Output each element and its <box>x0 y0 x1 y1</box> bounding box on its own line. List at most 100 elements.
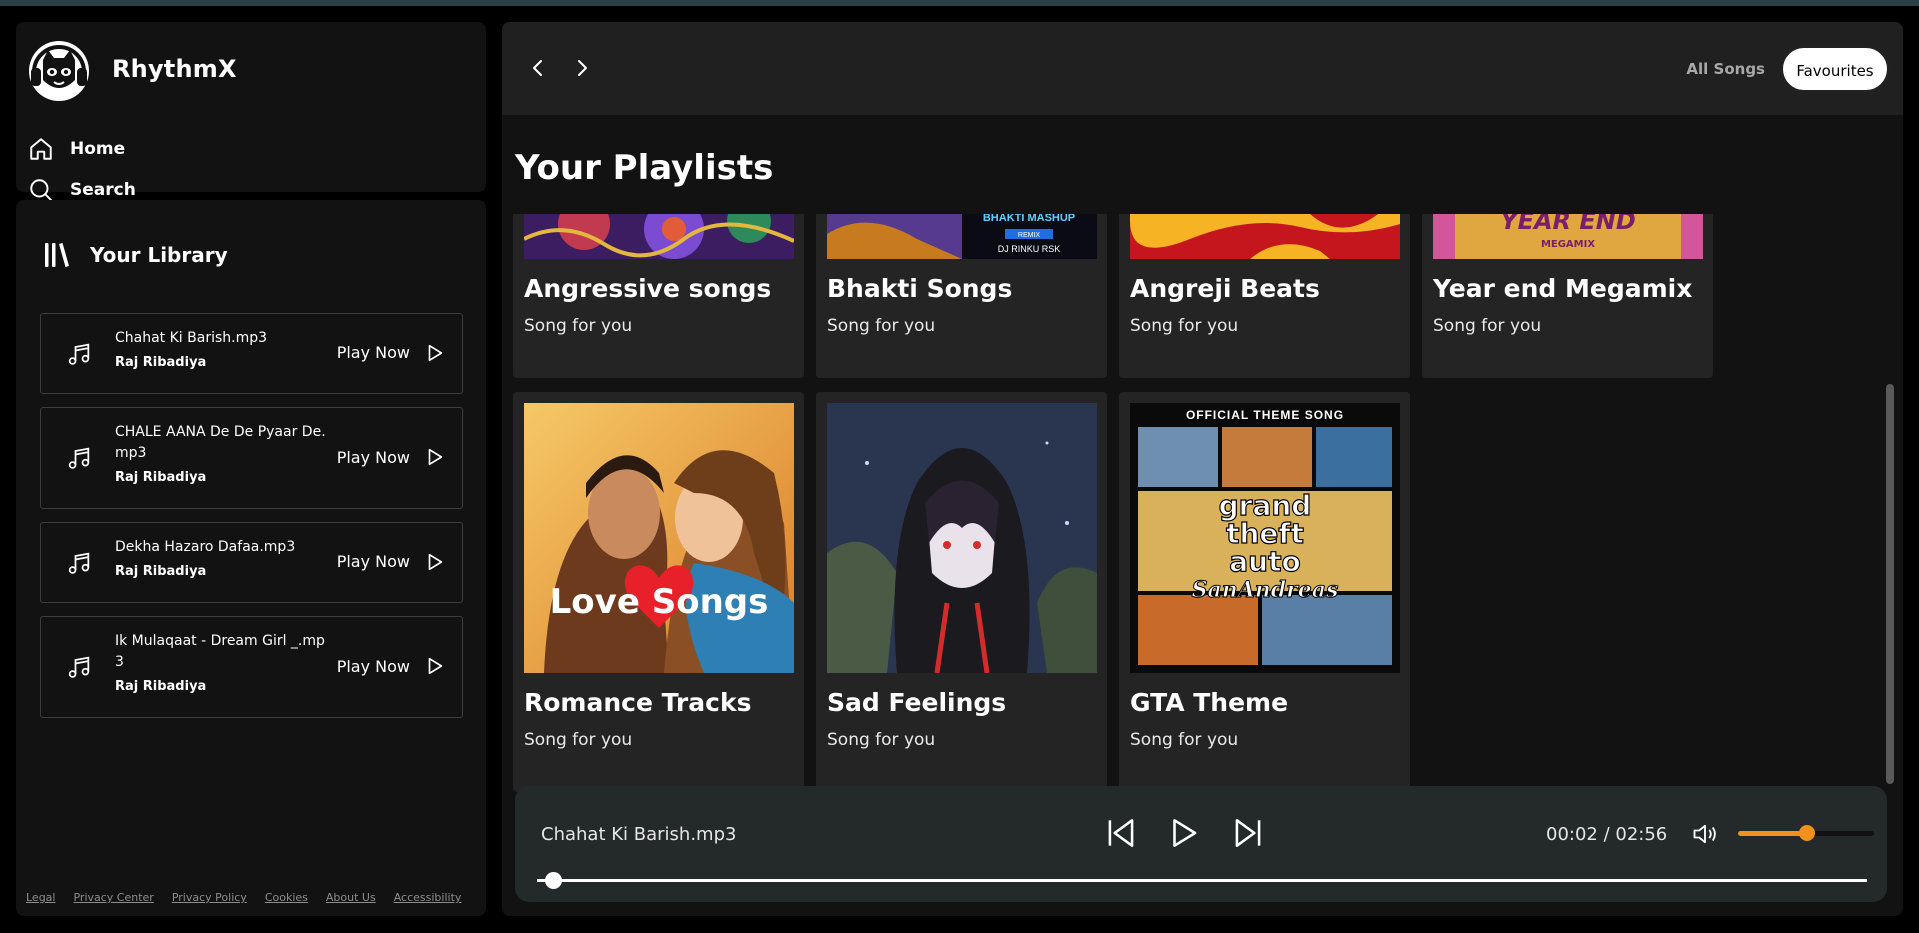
cover-text: REMIX <box>1018 232 1041 239</box>
progress-bar[interactable] <box>537 872 1867 889</box>
app-name: RhythmX <box>112 55 237 83</box>
cover-text: BHAKTI MASHUP <box>983 214 1075 224</box>
music-note-icon <box>68 343 90 365</box>
play-now-button[interactable]: Play Now <box>337 446 446 468</box>
footer-link-privacy-center[interactable]: Privacy Center <box>73 891 153 904</box>
cover-text: SanAndreas <box>1192 577 1339 603</box>
now-playing-title: Chahat Ki Barish.mp3 <box>541 824 737 845</box>
player-bar: Chahat Ki Barish.mp3 00:02 / 02:56 <box>515 786 1887 902</box>
playlist-cover <box>524 214 794 259</box>
library-song-item[interactable]: CHALE AANA De De Pyaar De.mp3 Raj Ribadi… <box>40 407 463 509</box>
playlist-name: Bhakti Songs <box>827 274 1013 303</box>
scrollbar-thumb[interactable] <box>1886 384 1894 784</box>
library-icon <box>45 243 69 267</box>
playlist-card[interactable]: OFFICIAL THEME SONG grand theft auto San… <box>1119 392 1410 792</box>
volume-knob[interactable] <box>1799 825 1816 841</box>
cover-text: auto <box>1229 545 1300 578</box>
tab-all-songs[interactable]: All Songs <box>1686 60 1765 78</box>
nav-search-label: Search <box>70 180 136 200</box>
nav-home-label: Home <box>70 139 126 159</box>
cover-text: YEAR END <box>1500 214 1636 235</box>
play-icon <box>428 344 443 361</box>
library-song-item[interactable]: Dekha Hazaro Dafaa.mp3 Raj Ribadiya Play… <box>40 522 463 603</box>
play-now-label: Play Now <box>336 656 410 676</box>
main-scrollbar[interactable] <box>1885 214 1895 794</box>
play-icon[interactable] <box>1165 814 1203 852</box>
music-note-icon <box>68 656 90 678</box>
song-artist: Raj Ribadiya <box>115 355 207 370</box>
playlist-name: Sad Feelings <box>827 688 1007 717</box>
playlist-name: Year end Megamix <box>1433 274 1693 303</box>
playlist-grid: Angressive songs Song for you BHAKTI MAS… <box>502 214 1903 794</box>
footer-link-privacy-policy[interactable]: Privacy Policy <box>172 891 247 904</box>
playlist-cover: BHAKTI MASHUP REMIX DJ RINKU RSK <box>827 214 1097 259</box>
playlist-cover <box>827 403 1097 673</box>
playlist-card[interactable]: Sad Feelings Song for you <box>816 392 1107 792</box>
play-icon <box>428 553 443 570</box>
playlist-name: Angressive songs <box>524 274 772 303</box>
skip-next-icon[interactable] <box>1229 814 1267 852</box>
time-display: 00:02 / 02:56 <box>1546 824 1668 845</box>
footer-link-about-us[interactable]: About Us <box>326 891 376 904</box>
chevron-right-icon[interactable] <box>570 56 594 80</box>
brand[interactable]: RhythmX <box>26 36 237 102</box>
play-icon <box>428 657 443 675</box>
main-panel: All Songs Favourites Your Playlists Angr… <box>502 22 1903 916</box>
play-icon <box>428 448 443 466</box>
playlist-subtitle: Song for you <box>1433 316 1542 336</box>
footer-link-cookies[interactable]: Cookies <box>265 891 308 904</box>
play-now-button[interactable]: Play Now <box>337 655 446 677</box>
cover-text: MEGAMIX <box>1541 239 1595 250</box>
play-now-label: Play Now <box>336 447 410 467</box>
playlist-cover: 2023 YEAR END MEGAMIX <box>1433 214 1703 259</box>
playlist-card[interactable]: Angreji Beats Song for you <box>1119 214 1410 378</box>
top-bar: All Songs Favourites <box>502 22 1903 115</box>
music-note-icon <box>68 552 90 574</box>
volume-fill <box>1738 831 1808 836</box>
footer-link-legal[interactable]: Legal <box>26 891 55 904</box>
playlist-subtitle: Song for you <box>827 730 936 750</box>
library-song-item[interactable]: Chahat Ki Barish.mp3 Raj Ribadiya Play N… <box>40 313 463 394</box>
nav-home[interactable]: Home <box>28 136 125 162</box>
playlist-name: Romance Tracks <box>524 688 752 717</box>
progress-knob[interactable] <box>544 872 562 889</box>
playlist-name: Angreji Beats <box>1130 274 1320 303</box>
window-top-strip <box>0 0 1919 6</box>
song-artist: Raj Ribadiya <box>115 470 207 485</box>
sidebar-nav-panel: RhythmX Home Search <box>16 22 486 202</box>
playlist-card[interactable]: Angressive songs Song for you <box>513 214 804 378</box>
playlist-name: GTA Theme <box>1130 688 1289 717</box>
playlist-subtitle: Song for you <box>1130 730 1239 750</box>
playlist-cover: OFFICIAL THEME SONG grand theft auto San… <box>1130 403 1400 673</box>
song-artist: Raj Ribadiya <box>115 564 207 579</box>
play-now-label: Play Now <box>336 343 410 362</box>
footer-link-accessibility[interactable]: Accessibility <box>394 891 462 904</box>
playlist-card[interactable]: Love Songs Romance Tracks Song for you <box>513 392 804 792</box>
playlist-subtitle: Song for you <box>827 316 936 336</box>
library-header[interactable]: Your Library <box>42 240 228 270</box>
cover-text: Love Songs <box>550 582 769 622</box>
playlist-card[interactable]: BHAKTI MASHUP REMIX DJ RINKU RSK Bhakti … <box>816 214 1107 378</box>
library-song-list: Chahat Ki Barish.mp3 Raj Ribadiya Play N… <box>40 313 463 731</box>
volume-slider[interactable] <box>1738 825 1874 841</box>
song-title: Ik Mulaqaat - Dream Girl _.mp3 <box>115 633 325 670</box>
cover-text: OFFICIAL THEME SONG <box>1186 408 1344 422</box>
playlist-cover: Love Songs <box>524 403 794 673</box>
song-title: Chahat Ki Barish.mp3 <box>115 330 268 346</box>
library-song-item[interactable]: Ik Mulaqaat - Dream Girl _.mp3 Raj Ribad… <box>40 616 463 718</box>
volume-icon[interactable] <box>1691 820 1719 848</box>
play-now-button[interactable]: Play Now <box>337 342 446 364</box>
tab-favourites[interactable]: Favourites <box>1781 46 1889 92</box>
cover-text: DJ RINKU RSK <box>998 244 1061 254</box>
playlist-card[interactable]: 2023 YEAR END MEGAMIX Year end Megamix S… <box>1422 214 1713 378</box>
skip-previous-icon[interactable] <box>1102 814 1140 852</box>
song-artist: Raj Ribadiya <box>115 679 207 694</box>
playlist-subtitle: Song for you <box>524 730 633 750</box>
headphone-cat-logo-icon <box>29 41 89 101</box>
music-note-icon <box>68 447 90 469</box>
chevron-left-icon[interactable] <box>526 56 550 80</box>
play-now-button[interactable]: Play Now <box>337 551 446 573</box>
song-title: Dekha Hazaro Dafaa.mp3 <box>115 539 296 555</box>
playlist-cover <box>1130 214 1400 259</box>
home-icon <box>30 138 52 160</box>
